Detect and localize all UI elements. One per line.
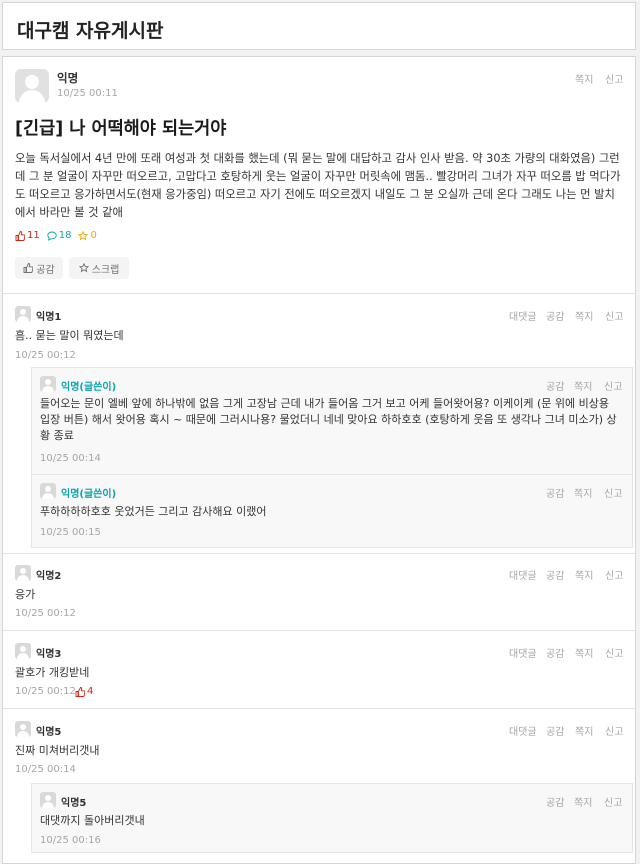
divider	[3, 293, 635, 294]
comment-report-button[interactable]: 신고	[605, 308, 623, 323]
reply-button[interactable]: 대댓글	[509, 567, 537, 582]
comment-message-button[interactable]: 쪽지	[574, 794, 592, 809]
article-message-button[interactable]: 쪽지	[575, 71, 593, 86]
vote-count: 11	[15, 230, 40, 241]
article-body: 오늘 독서실에서 4년 만에 또래 여성과 첫 대화를 했는데 (뭐 묻는 말에…	[15, 152, 621, 219]
article-author: 익명	[57, 71, 79, 85]
comment-vote-button[interactable]: 공감	[546, 378, 564, 393]
comment-vote-button[interactable]: 공감	[546, 485, 564, 500]
comment-message-button[interactable]: 쪽지	[575, 567, 593, 582]
comment-avatar	[15, 306, 31, 322]
comment-author: 익명1	[36, 312, 62, 323]
comment-author: 익명5	[61, 798, 87, 809]
thumbs-up-icon	[15, 230, 25, 241]
comment-report-button[interactable]: 신고	[604, 378, 622, 393]
comment-author: 익명5	[36, 727, 62, 738]
article-stats: 11 18 0	[15, 230, 97, 241]
comment-avatar	[40, 483, 56, 499]
comment-message-button[interactable]: 쪽지	[575, 723, 593, 738]
comment-time: 10/25 00:12	[15, 350, 76, 361]
comment-vote-button[interactable]: 공감	[546, 308, 564, 323]
scrap-button[interactable]: 스크랩	[69, 257, 129, 279]
article: 익명 10/25 00:11 쪽지 신고 [긴급] 나 어떡해야 되는거야 오늘…	[2, 56, 636, 864]
comment-text: 괄호가 개킹받네	[15, 666, 90, 679]
comment-time: 10/25 00:15	[40, 527, 101, 538]
comment-text: 들어오는 문이 엘베 앞에 하나밖에 없음 그게 고장남 근데 내가 들어옴 그…	[40, 397, 617, 442]
divider	[3, 630, 635, 631]
scrap-count: 0	[78, 230, 97, 241]
comment-report-button[interactable]: 신고	[604, 485, 622, 500]
comment-vote-button[interactable]: 공감	[546, 794, 564, 809]
comment-author: 익명3	[36, 649, 62, 660]
comment-author: 익명(글쓴이)	[61, 382, 117, 393]
comment-time: 10/25 00:12	[15, 686, 76, 697]
comment-avatar	[40, 792, 56, 808]
comment-report-button[interactable]: 신고	[605, 723, 623, 738]
speech-bubble-icon	[47, 231, 57, 241]
comment-avatar	[40, 376, 56, 392]
comment-text: 푸하하하하호호 웃었거든 그리고 감사해요 이랬어	[40, 505, 267, 518]
comment-time: 10/25 00:14	[40, 453, 101, 464]
comment-text: 흠.. 묻는 말이 뭐였는데	[15, 329, 124, 342]
comment-message-button[interactable]: 쪽지	[575, 308, 593, 323]
comment-vote-button[interactable]: 공감	[546, 567, 564, 582]
comment-avatar	[15, 643, 31, 659]
comment-avatar	[15, 565, 31, 581]
comment-author: 익명2	[36, 571, 62, 582]
comment-vote-count: 4	[75, 686, 93, 697]
reply-button[interactable]: 대댓글	[509, 645, 537, 660]
comment-avatar	[15, 721, 31, 737]
comment-message-button[interactable]: 쪽지	[574, 485, 592, 500]
child-comment: 익명5 공감 쪽지 신고 대댓까지 돌아버리갯내 10/25 00:16	[31, 783, 633, 853]
article-report-button[interactable]: 신고	[605, 71, 623, 86]
board-title[interactable]: 대구캠 자유게시판	[17, 16, 163, 43]
divider	[3, 553, 635, 554]
divider	[3, 708, 635, 709]
board-header: 대구캠 자유게시판	[2, 2, 636, 50]
comment-message-button[interactable]: 쪽지	[574, 378, 592, 393]
comment-author: 익명(글쓴이)	[61, 489, 117, 500]
comment-count: 18	[47, 230, 71, 241]
comment-text: 응가	[15, 588, 36, 601]
comment-time: 10/25 00:16	[40, 835, 101, 846]
reply-button[interactable]: 대댓글	[509, 308, 537, 323]
star-icon	[78, 263, 89, 273]
author-avatar	[15, 69, 49, 103]
article-title: [긴급] 나 어떡해야 되는거야	[15, 119, 227, 139]
comment-vote-button[interactable]: 공감	[546, 723, 564, 738]
comment-report-button[interactable]: 신고	[604, 794, 622, 809]
comment-time: 10/25 00:12	[15, 608, 76, 619]
reply-button[interactable]: 대댓글	[509, 723, 537, 738]
comment-message-button[interactable]: 쪽지	[575, 645, 593, 660]
comment-report-button[interactable]: 신고	[605, 567, 623, 582]
star-icon	[78, 230, 89, 240]
comment-text: 대댓까지 돌아버리갯내	[40, 814, 145, 827]
comment-time: 10/25 00:14	[15, 764, 76, 775]
comment-text: 진짜 미쳐버리갯내	[15, 744, 100, 757]
vote-button[interactable]: 공감	[15, 257, 63, 279]
thumbs-up-icon	[23, 263, 34, 273]
child-comment: 익명(글쓴이) 공감 쪽지 신고 들어오는 문이 엘베 앞에 하나밖에 없음 그…	[31, 367, 633, 475]
article-time: 10/25 00:11	[57, 88, 118, 99]
thumbs-up-icon	[75, 686, 85, 697]
comment-vote-button[interactable]: 공감	[546, 645, 564, 660]
comment-report-button[interactable]: 신고	[605, 645, 623, 660]
child-comment: 익명(글쓴이) 공감 쪽지 신고 푸하하하하호호 웃었거든 그리고 감사해요 이…	[31, 474, 633, 548]
